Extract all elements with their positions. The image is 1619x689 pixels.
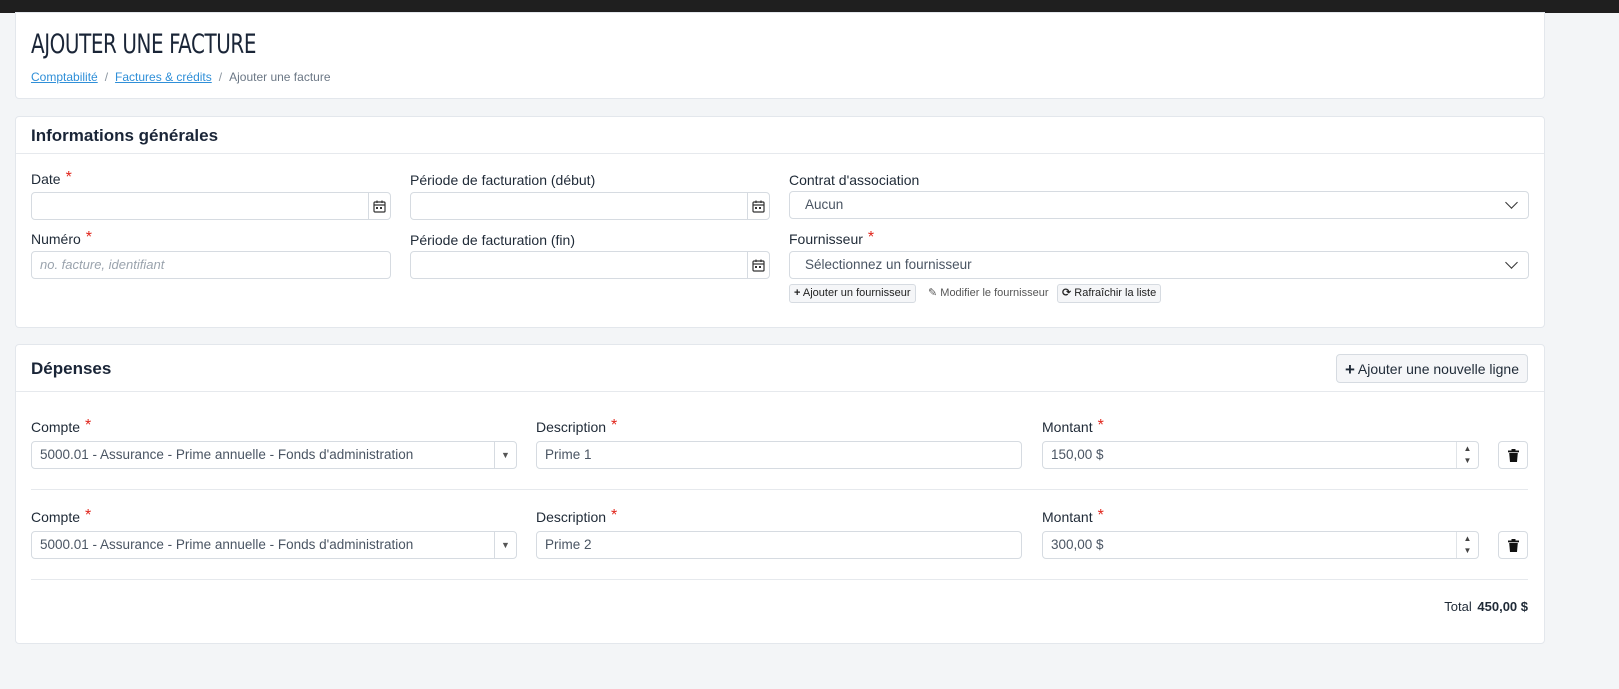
period-start-field[interactable] — [410, 192, 770, 220]
period-start-label: Période de facturation (début) — [410, 172, 596, 188]
required-marker: * — [611, 507, 618, 524]
required-marker: * — [867, 229, 875, 246]
description-input[interactable]: Prime 1 — [536, 441, 1022, 469]
trash-icon — [1507, 448, 1519, 462]
number-label: Numéro * — [31, 229, 93, 247]
required-marker: * — [1097, 417, 1104, 434]
description-label: Description * — [536, 417, 618, 435]
supplier-label: Fournisseur * — [789, 229, 875, 247]
edit-supplier-button[interactable]: ✎ Modifier le fournisseur — [923, 284, 1054, 303]
account-select[interactable]: 5000.01 - Assurance - Prime annuelle - F… — [31, 441, 517, 469]
amount-label: Montant * — [1042, 417, 1104, 435]
amount-input[interactable]: 150,00 $ ▲ ▼ — [1042, 441, 1479, 469]
required-marker: * — [85, 229, 93, 246]
date-field[interactable] — [31, 192, 391, 220]
calendar-icon[interactable] — [368, 193, 390, 219]
required-marker: * — [85, 417, 92, 434]
spinner-icon[interactable]: ▲ ▼ — [1456, 532, 1478, 558]
breadcrumb-current: Ajouter une facture — [229, 70, 331, 84]
required-marker: * — [1097, 507, 1104, 524]
required-marker: * — [65, 169, 72, 186]
total-label: Total — [1444, 599, 1472, 614]
breadcrumb-separator: / — [104, 70, 109, 84]
breadcrumb-link-factures[interactable]: Factures & crédits — [115, 70, 212, 84]
breadcrumb-separator: / — [218, 70, 223, 84]
required-marker: * — [611, 417, 618, 434]
contract-select[interactable]: Aucun — [789, 191, 1529, 219]
delete-row-button[interactable] — [1498, 531, 1528, 559]
card-divider — [16, 153, 1544, 154]
period-end-label: Période de facturation (fin) — [410, 232, 575, 248]
plus-icon: + — [794, 287, 801, 299]
expenses-card: Dépenses + Ajouter une nouvelle ligne Com… — [15, 344, 1545, 644]
page-title: AJOUTER UNE FACTURE — [31, 29, 257, 60]
total-summary: Total 450,00 $ — [1444, 599, 1528, 614]
card-divider — [16, 391, 1544, 392]
expenses-title: Dépenses — [31, 359, 112, 378]
general-info-title: Informations générales — [31, 126, 219, 145]
trash-icon — [1507, 538, 1519, 552]
caret-down-icon: ▼ — [494, 442, 516, 468]
chevron-down-icon — [1505, 196, 1518, 209]
page-header: AJOUTER UNE FACTURE Comptabilité / Facture… — [15, 12, 1545, 99]
period-end-field[interactable] — [410, 251, 770, 279]
description-label: Description * — [536, 507, 618, 525]
number-input[interactable]: no. facture, identifiant — [31, 251, 391, 279]
chevron-down-icon — [1505, 256, 1518, 269]
amount-label: Montant * — [1042, 507, 1104, 525]
breadcrumb-link-comptabilite[interactable]: Comptabilité — [31, 70, 98, 84]
supplier-select[interactable]: Sélectionnez un fournisseur — [789, 251, 1529, 279]
contract-label: Contrat d'association — [789, 172, 920, 188]
calendar-icon[interactable] — [747, 193, 769, 219]
refresh-list-button[interactable]: ⟳ Rafraîchir la liste — [1057, 284, 1162, 303]
add-line-button[interactable]: + Ajouter une nouvelle ligne — [1335, 354, 1528, 383]
required-marker: * — [85, 507, 92, 524]
general-info-card: Informations générales Date * Période de … — [15, 116, 1545, 328]
account-select[interactable]: 5000.01 - Assurance - Prime annuelle - F… — [31, 531, 517, 559]
row-divider — [31, 489, 1528, 490]
calendar-icon[interactable] — [747, 252, 769, 278]
row-divider — [31, 579, 1528, 580]
plus-icon: + — [1344, 360, 1355, 379]
refresh-icon: ⟳ — [1062, 287, 1072, 299]
date-label: Date * — [31, 169, 72, 187]
account-label: Compte * — [31, 417, 92, 435]
amount-input[interactable]: 300,00 $ ▲ ▼ — [1042, 531, 1479, 559]
delete-row-button[interactable] — [1498, 441, 1528, 469]
total-value: 450,00 $ — [1477, 599, 1528, 614]
spinner-icon[interactable]: ▲ ▼ — [1456, 442, 1478, 468]
description-input[interactable]: Prime 2 — [536, 531, 1022, 559]
account-label: Compte * — [31, 507, 92, 525]
breadcrumb: Comptabilité / Factures & crédits / Ajouter … — [31, 70, 331, 84]
pencil-icon: ✎ — [928, 287, 938, 299]
add-supplier-button[interactable]: + Ajouter un fournisseur — [789, 284, 916, 303]
caret-down-icon: ▼ — [494, 532, 516, 558]
